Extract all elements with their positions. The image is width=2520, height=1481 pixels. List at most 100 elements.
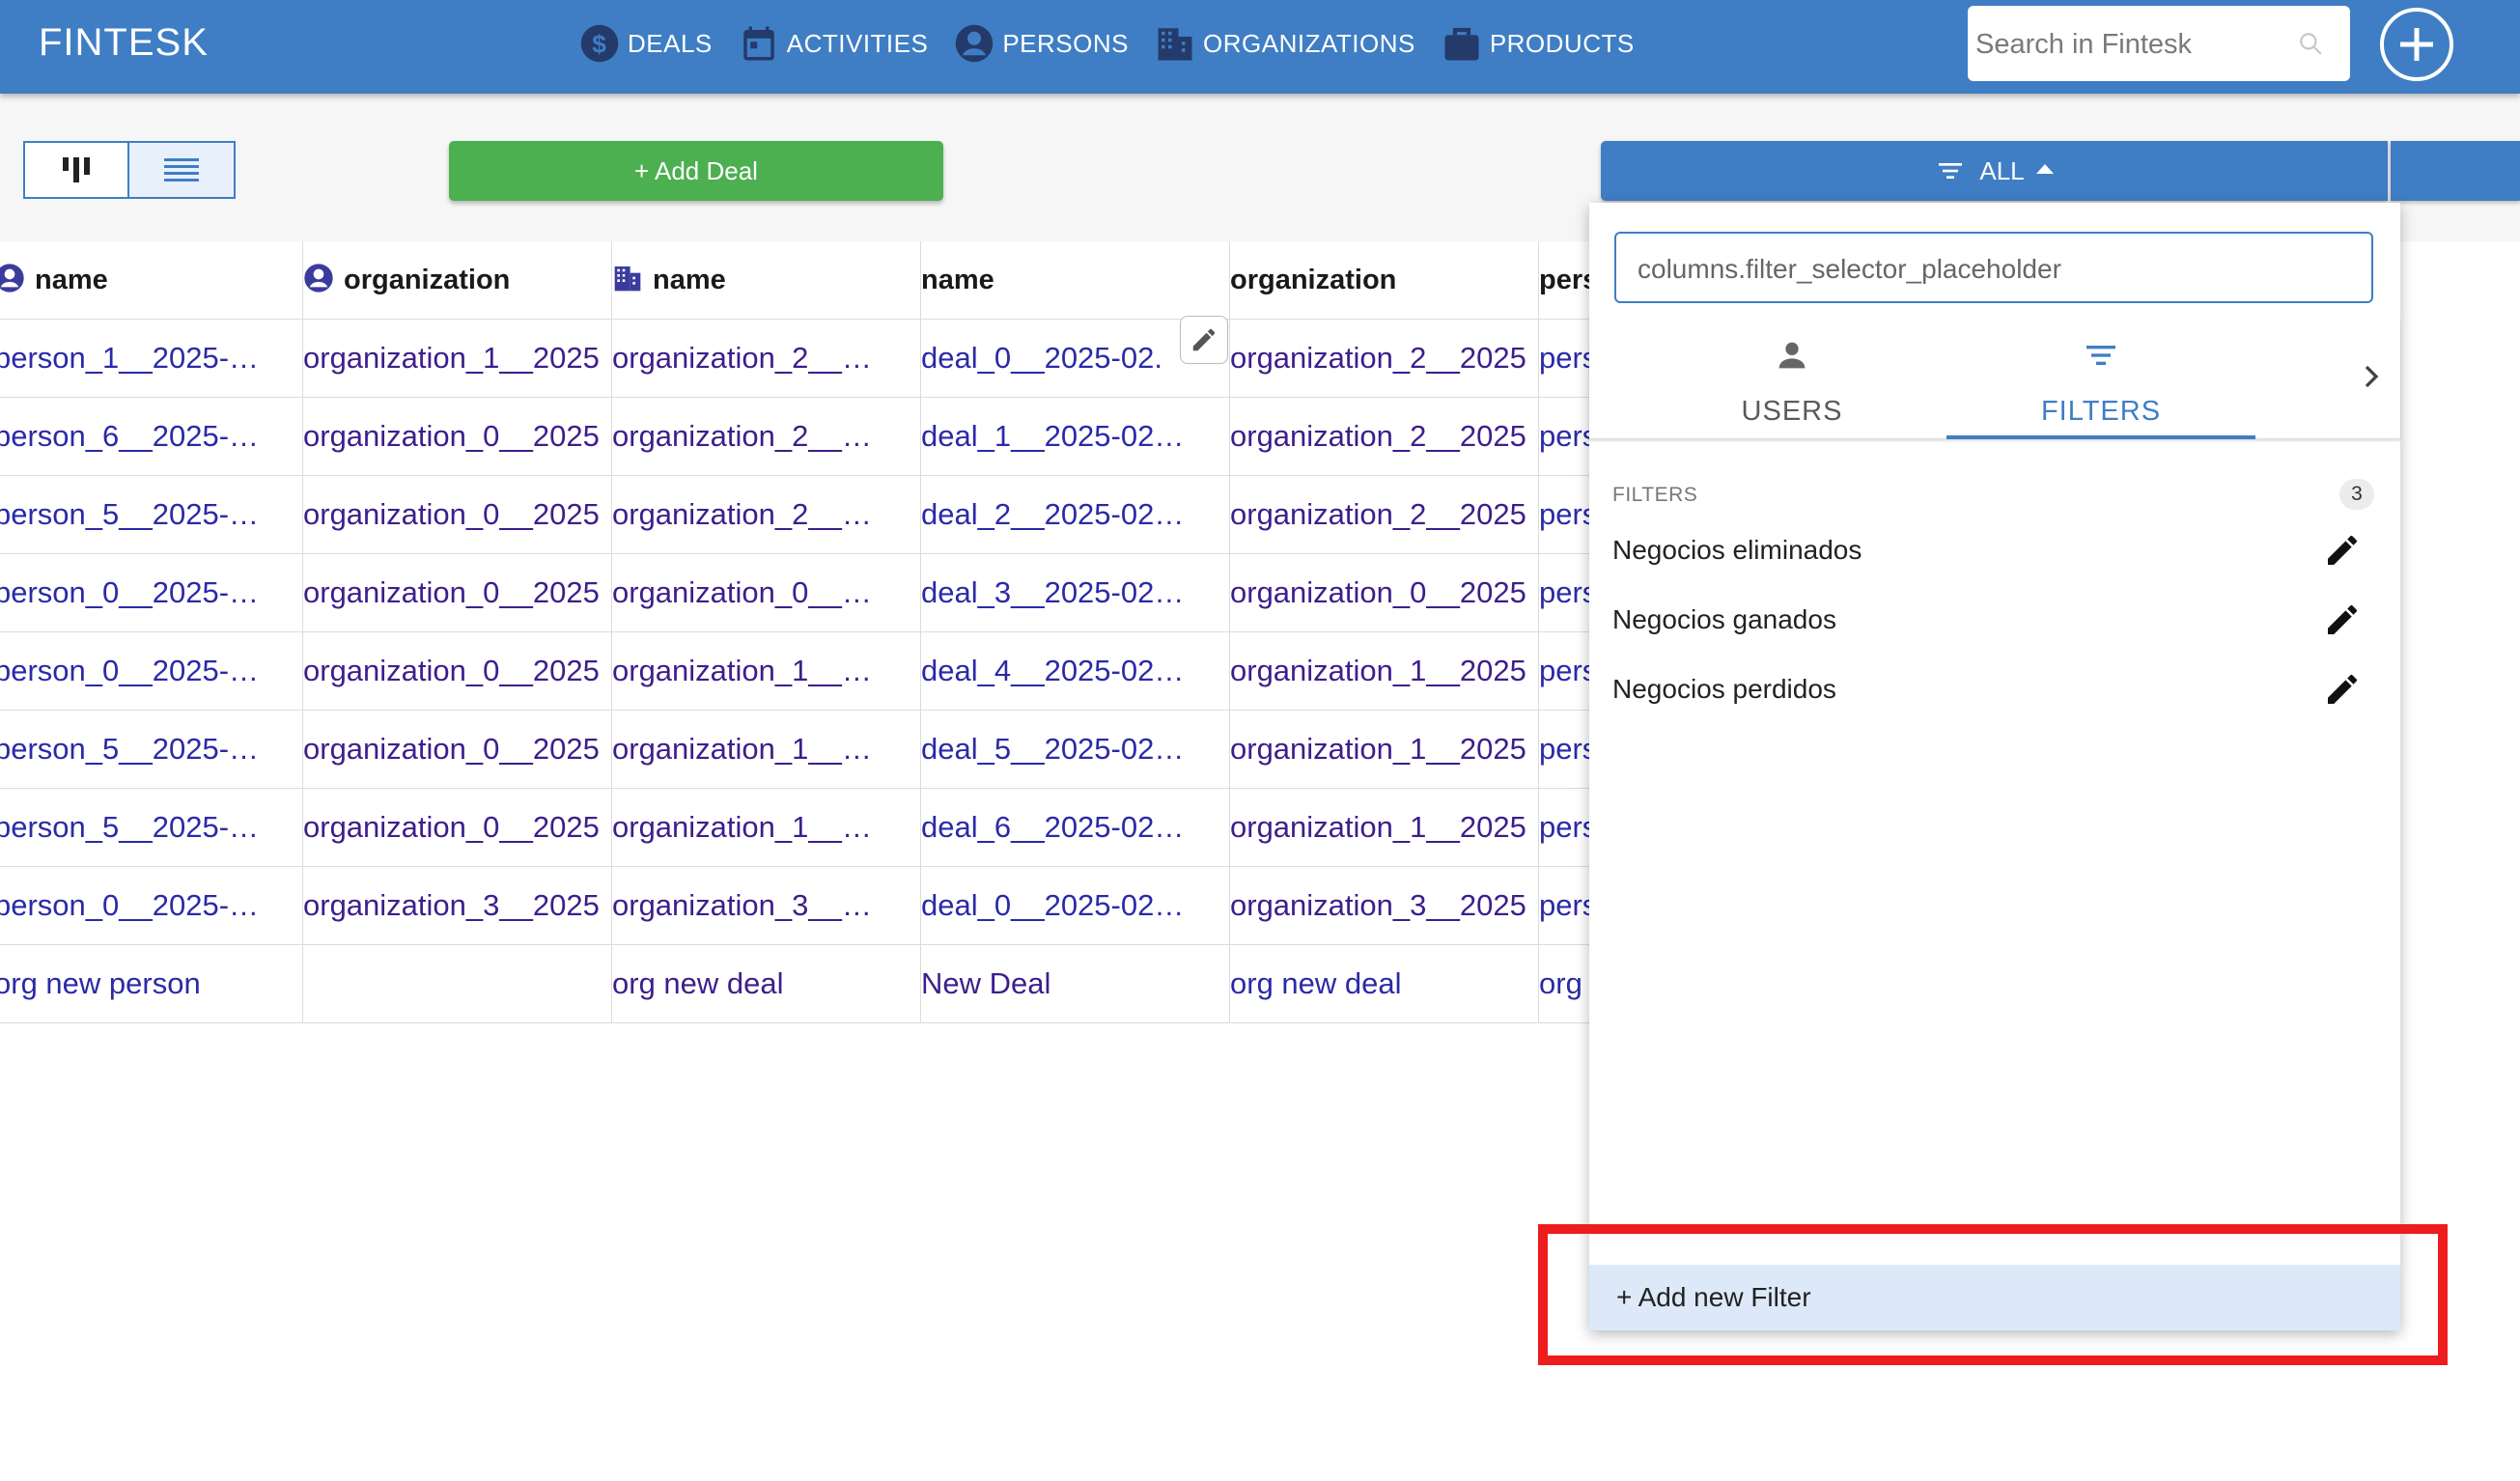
list-view-button[interactable] — [129, 141, 236, 199]
table-cell[interactable]: organization_3__… — [612, 867, 921, 944]
table-cell[interactable]: organization_2__2025 — [1230, 320, 1539, 397]
table-cell[interactable]: person_6__2025-… — [0, 398, 303, 475]
table-cell[interactable]: org new deal — [612, 945, 921, 1022]
table-cell[interactable]: organization_1__… — [612, 711, 921, 788]
table-cell[interactable]: organization_0__2025 — [303, 476, 612, 553]
table-cell[interactable]: person_0__2025-… — [0, 554, 303, 631]
table-cell[interactable]: organization_3__2025 — [303, 867, 612, 944]
table-row[interactable]: person_0__2025-… organization_3__2025 or… — [0, 867, 1597, 945]
table-cell[interactable]: person_1__2025-… — [0, 320, 303, 397]
table-cell[interactable]: organization_0__2025 — [303, 711, 612, 788]
filter-item[interactable]: Negocios ganados — [1589, 585, 2400, 655]
table-cell[interactable]: organization_1__… — [612, 789, 921, 866]
filter-search-box — [1614, 232, 2373, 303]
pencil-icon[interactable] — [2323, 531, 2362, 570]
tab-filters[interactable]: FILTERS — [1946, 319, 2255, 439]
table-row[interactable]: person_5__2025-… organization_0__2025 or… — [0, 789, 1597, 867]
table-cell[interactable]: person_5__2025-… — [0, 476, 303, 553]
filter-item-label: Negocios perdidos — [1612, 674, 1836, 704]
add-new-icon[interactable] — [2380, 8, 2453, 81]
add-new-filter-label: + Add new Filter — [1616, 1282, 1811, 1312]
table-row[interactable]: person_0__2025-… organization_0__2025 or… — [0, 632, 1597, 711]
table-cell[interactable]: org new deal — [1230, 945, 1539, 1022]
table-cell[interactable]: New Deal — [921, 945, 1230, 1022]
table-cell[interactable]: organization_0__2025 — [303, 554, 612, 631]
table-row[interactable]: person_6__2025-… organization_0__2025 or… — [0, 398, 1597, 476]
user-icon — [1778, 342, 1806, 369]
pipeline-icon — [63, 157, 90, 182]
table-cell[interactable]: organization_1__2025 — [1230, 632, 1539, 710]
search-icon[interactable] — [2298, 31, 2323, 56]
table-cell[interactable]: person_0__2025-… — [0, 632, 303, 710]
person-circle-icon — [0, 264, 24, 293]
table-cell[interactable]: organization_1__2025 — [303, 320, 612, 397]
secondary-toolbar-button[interactable] — [2391, 141, 2520, 201]
table-cell[interactable]: organization_0__2025 — [303, 398, 612, 475]
dollar-circle-icon: $ — [580, 24, 619, 63]
pipeline-view-button[interactable] — [23, 141, 129, 199]
search-input[interactable] — [1974, 19, 2286, 70]
table-cell[interactable]: organization_1__2025 — [1230, 711, 1539, 788]
table-cell[interactable]: deal_1__2025-02… — [921, 398, 1230, 475]
main-nav: $ DEALS ACTIVITIES PERSONS ORGANIZATIONS… — [579, 19, 1661, 68]
table-row[interactable]: org new person org new deal New Deal org… — [0, 945, 1593, 1023]
table-cell[interactable]: organization_1__… — [612, 632, 921, 710]
filter-item[interactable]: Negocios eliminados — [1589, 516, 2400, 585]
tab-users[interactable]: USERS — [1638, 319, 1946, 438]
add-deal-button[interactable]: + Add Deal — [449, 141, 943, 201]
table-cell[interactable]: organization_0__2025 — [303, 789, 612, 866]
table-cell[interactable]: organization_0__2025 — [303, 632, 612, 710]
header-deal-name[interactable]: name — [921, 241, 1230, 319]
tab-filters-label: FILTERS — [2040, 396, 2162, 427]
nav-activities[interactable]: ACTIVITIES — [739, 23, 929, 64]
table-cell[interactable]: organization_2__… — [612, 398, 921, 475]
nav-organizations[interactable]: ORGANIZATIONS — [1155, 23, 1415, 64]
header-organization-name[interactable]: name — [612, 241, 921, 319]
nav-deals[interactable]: $ DEALS — [579, 23, 713, 64]
nav-organizations-label: ORGANIZATIONS — [1203, 28, 1415, 58]
table-row[interactable]: person_0__2025-… organization_0__2025 or… — [0, 554, 1597, 632]
table-cell[interactable]: organization_2__… — [612, 320, 921, 397]
filter-item-label: Negocios eliminados — [1612, 535, 1862, 565]
chevron-right-icon[interactable] — [2352, 357, 2391, 396]
nav-products[interactable]: PRODUCTS — [1442, 23, 1635, 64]
table-row[interactable]: person_5__2025-… organization_0__2025 or… — [0, 476, 1597, 554]
building-icon — [614, 266, 641, 292]
table-cell[interactable]: person_0__2025-… — [0, 867, 303, 944]
table-cell[interactable]: deal_6__2025-02… — [921, 789, 1230, 866]
table-cell[interactable]: organization_1__2025 — [1230, 789, 1539, 866]
table-cell[interactable]: deal_0__2025-02… — [921, 867, 1230, 944]
cell-edit-button[interactable] — [1180, 316, 1228, 364]
table-cell[interactable]: organization_2__… — [612, 476, 921, 553]
header-person-organization[interactable]: organization — [303, 241, 612, 319]
table-cell[interactable]: person_5__2025-… — [0, 711, 303, 788]
table-row[interactable]: person_1__2025-… organization_1__2025 or… — [0, 320, 1597, 398]
table-cell[interactable]: org new person — [0, 945, 303, 1022]
table-cell[interactable]: organization_2__2025 — [1230, 398, 1539, 475]
nav-persons-label: PERSONS — [1002, 28, 1129, 58]
filter-search-input[interactable] — [1636, 245, 2354, 293]
table-cell[interactable]: deal_3__2025-02… — [921, 554, 1230, 631]
pencil-icon[interactable] — [2323, 601, 2362, 639]
filter-item[interactable]: Negocios perdidos — [1589, 655, 2400, 724]
table-cell[interactable]: organization_0__… — [612, 554, 921, 631]
filter-tabs: USERS FILTERS — [1589, 319, 2400, 439]
brand-logo[interactable]: FINTESK — [39, 21, 209, 65]
table-cell[interactable]: person_5__2025-… — [0, 789, 303, 866]
table-row[interactable]: person_5__2025-… organization_0__2025 or… — [0, 711, 1597, 789]
table-cell[interactable]: deal_4__2025-02… — [921, 632, 1230, 710]
header-label: name — [35, 265, 108, 295]
add-new-filter-button[interactable]: + Add new Filter — [1589, 1265, 2400, 1330]
nav-persons[interactable]: PERSONS — [954, 23, 1129, 64]
table-cell[interactable]: organization_3__2025 — [1230, 867, 1539, 944]
header-deal-organization[interactable]: organization — [1230, 241, 1539, 319]
table-cell[interactable]: organization_0__2025 — [1230, 554, 1539, 631]
table-cell[interactable] — [303, 945, 612, 1022]
table-cell[interactable]: organization_2__2025 — [1230, 476, 1539, 553]
pencil-icon[interactable] — [2323, 670, 2362, 709]
table-cell[interactable]: deal_2__2025-02… — [921, 476, 1230, 553]
filter-selector-button[interactable]: ALL — [1601, 141, 2388, 201]
table-cell[interactable]: deal_5__2025-02… — [921, 711, 1230, 788]
filters-count-badge: 3 — [2339, 479, 2374, 510]
header-person-name[interactable]: name — [0, 241, 303, 319]
